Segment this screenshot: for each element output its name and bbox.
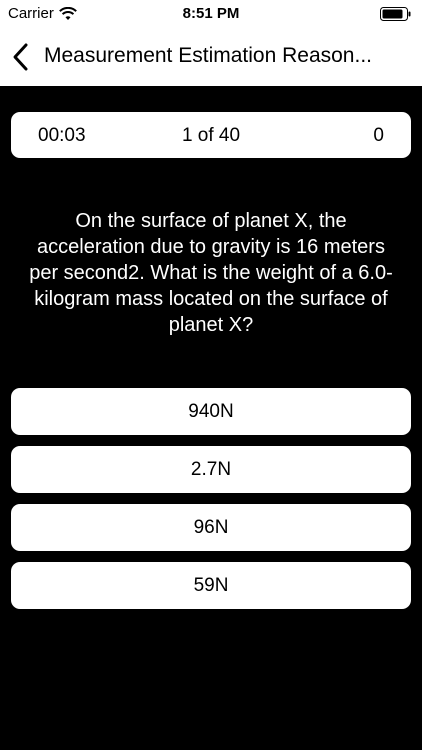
chevron-left-icon[interactable] <box>10 42 32 72</box>
answer-button-3[interactable]: 96N <box>11 504 411 551</box>
status-bar: Carrier 8:51 PM <box>0 0 422 30</box>
answer-button-4[interactable]: 59N <box>11 562 411 609</box>
score-label: 0 <box>373 125 384 146</box>
question-text: On the surface of planet X, the accelera… <box>29 210 393 336</box>
battery-icon <box>380 7 411 21</box>
page-title: Measurement Estimation Reason... <box>44 44 372 67</box>
answer-button-1[interactable]: 940N <box>11 388 411 435</box>
question-progress: 1 of 40 <box>181 125 241 146</box>
top-bar: Carrier 8:51 PM Measurement Estimation R… <box>0 0 422 86</box>
answer-button-2[interactable]: 2.7N <box>11 446 411 493</box>
status-time: 8:51 PM <box>182 5 240 22</box>
quiz-info-card: 00:03 1 of 40 0 <box>11 112 411 158</box>
navigation-bar: Measurement Estimation Reason... <box>0 30 422 86</box>
